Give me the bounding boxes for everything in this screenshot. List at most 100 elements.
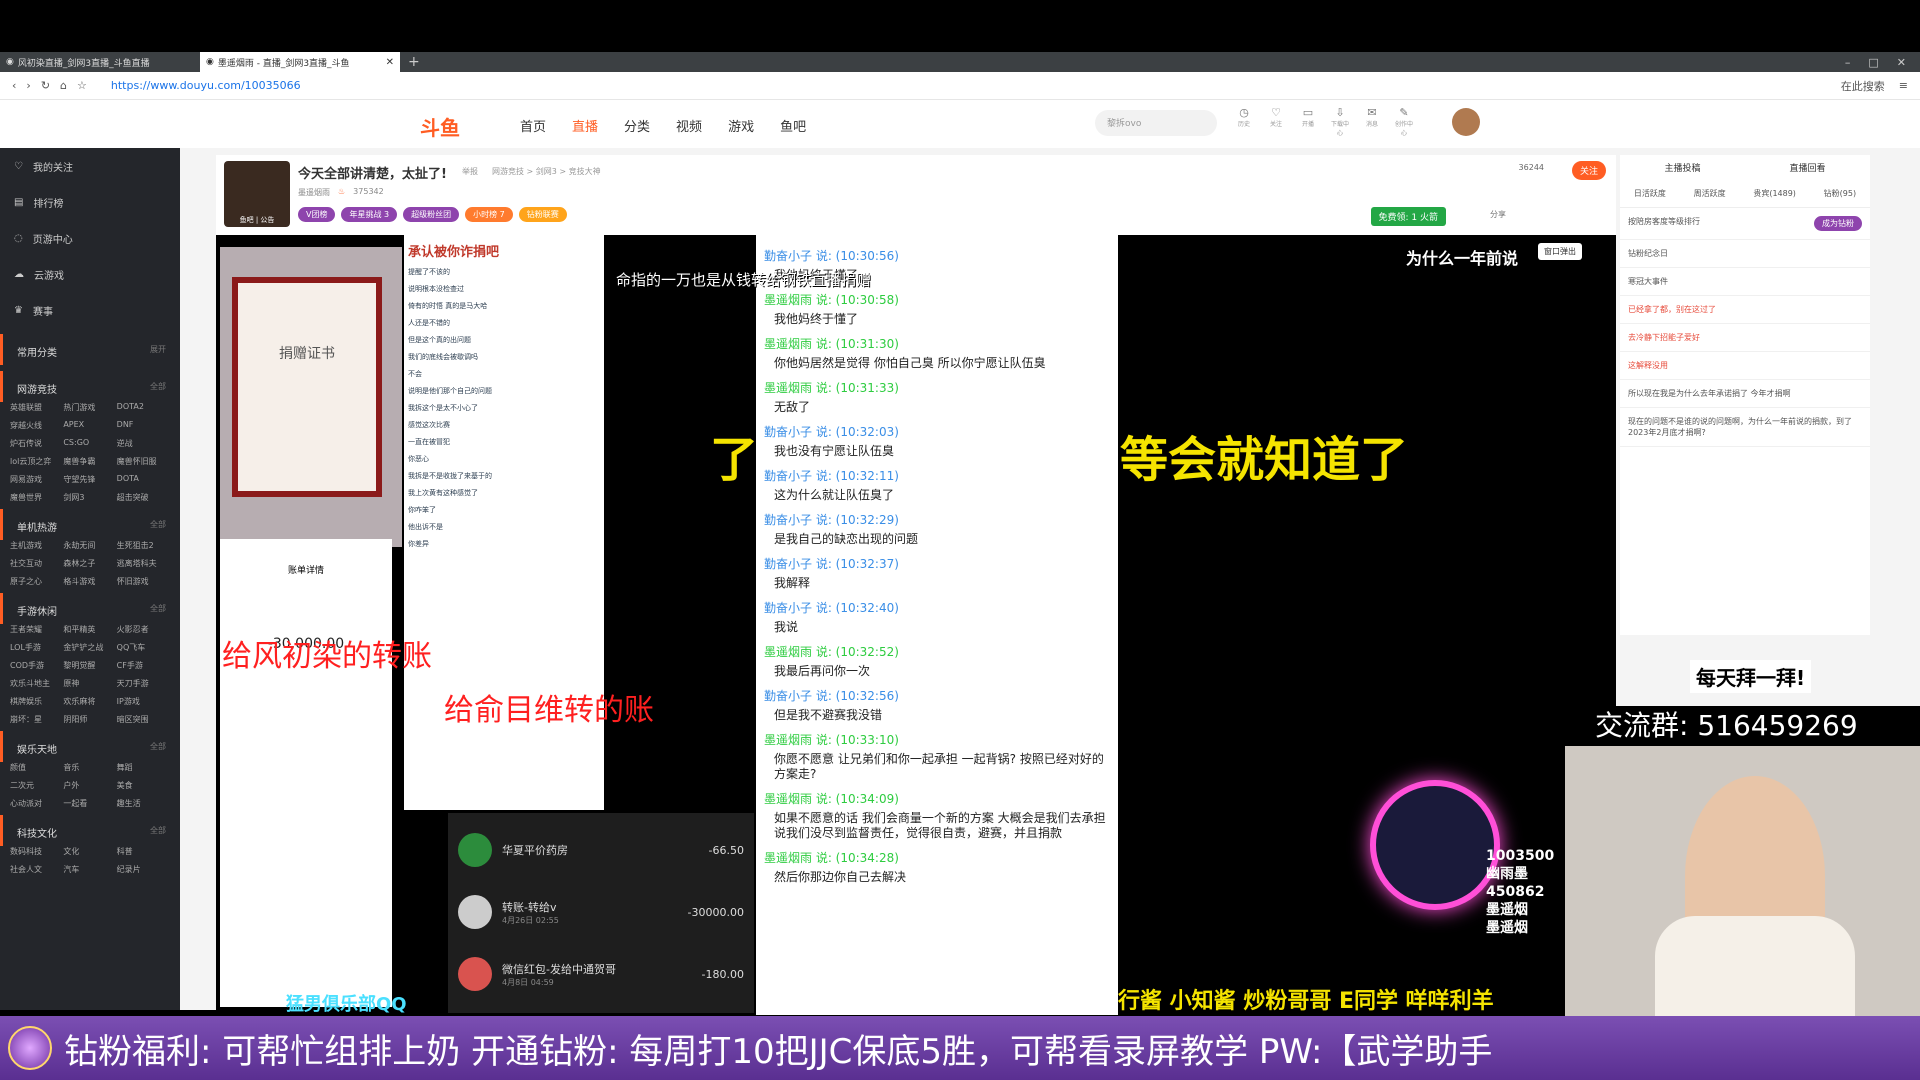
tag-league[interactable]: 钻粉联赛 — [518, 207, 567, 222]
cert-title: 捐赠证书 — [279, 346, 335, 362]
douyu-logo[interactable]: 斗鱼 — [420, 112, 460, 141]
sidebar: ♡ 我的关注 ▤ 排行榜 ◌ 页游中心 ☁ 云游戏 ♛ 赛事 常用分类 展开 网游竞技 全部 … — [0, 148, 180, 1010]
browser-tab[interactable]: ◉ 风初染直播_剑网3直播_斗鱼直播 — [0, 52, 200, 72]
free-rocket-button[interactable]: 免费领: 1 火箭 — [1370, 207, 1446, 226]
nav-games[interactable]: 游戏 — [728, 116, 754, 135]
list-icon: ▤ — [14, 196, 24, 208]
chat-message: 去冷静下招能子爱好 — [1620, 324, 1870, 352]
site-navbar: 斗鱼 首页 直播 分类 视频 游戏 鱼吧 黎拆ovo ◷ 历史 ♡ 关注 ▭ 开播 ⇩… — [0, 100, 1920, 148]
chat-log-author: 勤奋小子 说: (10:32:37) — [764, 557, 899, 571]
sidebar-section-online[interactable]: 网游竞技 全部 — [0, 371, 180, 402]
sidebar-item-rank[interactable]: ▤ 排行榜 — [0, 184, 180, 220]
room-notice[interactable]: 鱼吧 | 公告 — [224, 215, 290, 225]
forward-icon[interactable]: › — [26, 79, 30, 92]
sidebar-section-common[interactable]: 常用分类 展开 — [0, 334, 180, 365]
follow-icon[interactable]: ♡ 关注 — [1266, 106, 1286, 137]
chat-message: 所以现在我是为什么去年承诺捐了 今年才捐啊 — [1620, 380, 1870, 408]
red-annotation-2: 给俞目维转的账 — [444, 693, 654, 728]
chat-log-message: 我最后再问你一次 — [774, 664, 871, 678]
close-window-icon[interactable]: ✕ — [1897, 56, 1906, 69]
overlay-caption: 命指的一万也是从钱转给钢铁直播捐赠 — [616, 271, 872, 289]
browser-tab-active[interactable]: ◉ 墨遥烟雨 - 直播_剑网3直播_斗鱼 ✕ — [200, 52, 400, 72]
report-link[interactable]: 举报 — [462, 166, 478, 177]
star-icon[interactable]: ☆ — [77, 79, 87, 92]
fire-icon: ♨ — [338, 187, 346, 196]
game-icon: ◌ — [14, 232, 23, 244]
chat-log-line: 墨遥烟雨 说: (10:33:10) 你愿不愿意 让兄弟们和你一起承担 一起背锅?… — [764, 731, 1110, 782]
room-title: 今天全部讲清楚，太扯了! — [298, 167, 447, 182]
history-icon[interactable]: ◷ 历史 — [1234, 106, 1254, 137]
popout-button[interactable]: 窗口弹出 — [1538, 243, 1582, 260]
message-icon[interactable]: ✉ 消息 — [1362, 106, 1382, 137]
creator-icon[interactable]: ✎ 创作中心 — [1394, 106, 1414, 137]
chat-log-line: 墨遥烟雨 说: (10:34:09) 如果不愿意的话 我们会商量一个新的方案 大概… — [764, 790, 1110, 841]
streamer-camera — [1565, 746, 1920, 1016]
join-diamond-button[interactable]: 成为钻粉 — [1814, 216, 1862, 231]
maximize-icon[interactable]: □ — [1868, 56, 1878, 69]
follow-button[interactable]: 关注 — [1571, 161, 1606, 180]
tag-fans[interactable]: 超级粉丝团 — [403, 207, 460, 222]
home-icon[interactable]: ⌂ — [60, 79, 67, 92]
chat-log-message: 我说 — [774, 620, 799, 634]
chat-log-author: 墨遥烟雨 说: (10:32:52) — [764, 645, 899, 659]
new-tab-button[interactable]: + — [400, 52, 428, 72]
banner-text: 钻粉福利: 可帮忙组排上奶 开通钻粉: 每周打10把JJC保底5胜，可帮看录屏教… — [64, 1031, 1493, 1072]
share-button[interactable]: 分享 — [1490, 209, 1506, 220]
close-icon[interactable]: ✕ — [386, 57, 394, 68]
sidebar-section-mobile[interactable]: 手游休闲 全部 — [0, 593, 180, 624]
tag-hourly[interactable]: 小时榜 7 — [465, 207, 513, 222]
anchor-name[interactable]: 墨遥烟雨 — [298, 187, 330, 198]
sidebar-grid-mobile: 王者荣耀 和平精英 火影忍者 LOL手游 金铲铲之战 QQ飞车 COD手游 黎明觉醒 CF手… — [10, 625, 149, 724]
room-tags: V团榜 年星挑战 3 超级粉丝团 小时榜 7 钻粉联赛 — [298, 207, 567, 222]
follow-count: 36244 — [1518, 163, 1544, 172]
video-player[interactable]: 捐赠证书 账单详情 -30,000.00 承认被你诈捐吧 提醒了不该的 说明根本没… — [216, 235, 1616, 1015]
tab-icon: ◉ — [6, 57, 14, 67]
sidebar-section-single[interactable]: 单机热游 全部 — [0, 509, 180, 540]
replay-tab[interactable]: 直播回看 — [1789, 161, 1825, 174]
menu-icon[interactable]: ≡ — [1899, 79, 1908, 92]
contrib-tab[interactable]: 主播投稿 — [1664, 161, 1700, 174]
browser-search-label[interactable]: 在此搜索 — [1841, 78, 1885, 94]
chat-log-message: 但是我不避赛我没错 — [774, 708, 883, 722]
site-search-input[interactable]: 黎拆ovo — [1095, 110, 1217, 136]
room-subinfo: 墨遥烟雨 ♨ 375342 — [298, 187, 384, 198]
url-field[interactable]: https://www.douyu.com/10035066 — [111, 79, 301, 92]
minimize-icon[interactable]: – — [1845, 56, 1851, 69]
chat-log-line: 墨遥烟雨 说: (10:32:52) 我最后再问你一次 — [764, 643, 1110, 679]
transaction-row: 微信红包-发给中通贺哥 4月8日 04:59 -180.00 — [458, 943, 744, 1005]
chat-log-author: 勤奋小子 说: (10:32:56) — [764, 689, 899, 703]
sidebar-item-events[interactable]: ♛ 赛事 — [0, 292, 180, 328]
qq-group-overlay: 交流群: 516459269 — [1565, 706, 1920, 746]
emblem-stats: 1003500 幽雨墨 450862 墨遥烟 墨遥烟 — [1486, 848, 1555, 936]
tag-vrank[interactable]: V团榜 — [298, 207, 336, 222]
donation-certificate-image: 捐赠证书 — [220, 247, 402, 547]
sidebar-item-cloudgame[interactable]: ☁ 云游戏 — [0, 256, 180, 292]
sidebar-item-webgame[interactable]: ◌ 页游中心 — [0, 220, 180, 256]
chat-log-author: 墨遥烟雨 说: (10:30:58) — [764, 293, 899, 307]
back-icon[interactable]: ‹ — [12, 79, 16, 92]
broadcast-icon[interactable]: ▭ 开播 — [1298, 106, 1318, 137]
nav-video[interactable]: 视频 — [676, 116, 702, 135]
sidebar-item-follow[interactable]: ♡ 我的关注 — [0, 148, 180, 184]
chat-log-author: 墨遥烟雨 说: (10:31:30) — [764, 337, 899, 351]
user-avatar[interactable] — [1452, 108, 1480, 136]
sidebar-grid-online: 英雄联盟 热门游戏 DOTA2 穿越火线 APEX DNF 炉石传说 CS:GO 逆战 lo… — [10, 402, 157, 502]
sidebar-section-ent[interactable]: 娱乐天地 全部 — [0, 731, 180, 762]
nav-yuba[interactable]: 鱼吧 — [780, 116, 806, 135]
sidebar-section-tech[interactable]: 科技文化 全部 — [0, 815, 180, 846]
phone-bill-screenshot: 账单详情 -30,000.00 — [220, 539, 392, 1007]
breadcrumb[interactable]: 网游竞技 > 剑网3 > 竞技大神 — [492, 166, 601, 177]
nav-icons: ◷ 历史 ♡ 关注 ▭ 开播 ⇩ 下载中心 ✉ 消息 ✎ 创作中心 — [1234, 106, 1414, 137]
nav-live[interactable]: 直播 — [572, 116, 598, 135]
event-row[interactable]: 寒冠大事件 — [1620, 268, 1870, 296]
chat-log-line: 勤奋小子 说: (10:32:56) 但是我不避赛我没错 — [764, 687, 1110, 723]
main-nav: 首页 直播 分类 视频 游戏 鱼吧 — [520, 116, 806, 135]
tag-challenge[interactable]: 年星挑战 3 — [341, 207, 398, 222]
right-panel: 主播投稿 直播回看 日活跃度 周活跃度 贵宾(1489) 钻粉(95) 按陪房客… — [1620, 155, 1870, 635]
download-icon[interactable]: ⇩ 下载中心 — [1330, 106, 1350, 137]
chat-log-message: 我解释 — [774, 576, 811, 590]
reload-icon[interactable]: ↻ — [41, 79, 50, 92]
event-row[interactable]: 钻粉纪念日 — [1620, 240, 1870, 268]
nav-home[interactable]: 首页 — [520, 116, 546, 135]
nav-category[interactable]: 分类 — [624, 116, 650, 135]
